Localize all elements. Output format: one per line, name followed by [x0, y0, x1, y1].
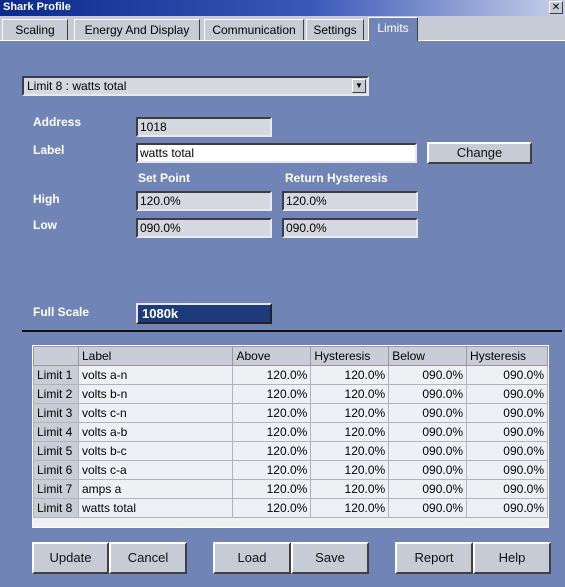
high-set-point-field[interactable]: 120.0%	[136, 191, 272, 211]
above-value: 120.0%	[232, 384, 312, 404]
above-hysteresis-value: 120.0%	[310, 479, 390, 499]
column-header-below[interactable]: Below	[388, 346, 468, 366]
limit-name: Limit 3	[33, 403, 79, 423]
above-hysteresis-value: 120.0%	[310, 498, 390, 518]
above-value: 120.0%	[232, 403, 312, 423]
close-icon[interactable]: ✕	[549, 1, 563, 14]
limit-name: Limit 8	[33, 498, 79, 518]
tab-scaling[interactable]: Scaling	[2, 19, 68, 40]
above-value: 120.0%	[232, 479, 312, 499]
below-hysteresis-value: 090.0%	[466, 365, 548, 385]
address-field[interactable]: 1018	[136, 117, 272, 137]
table-row[interactable]: Limit 2 volts b-n 120.0% 120.0% 090.0% 090.0%	[33, 384, 548, 404]
below-value: 090.0%	[388, 460, 468, 480]
above-hysteresis-value: 120.0%	[310, 422, 390, 442]
limit-name: Limit 2	[33, 384, 79, 404]
tab-communication[interactable]: Communication	[204, 19, 304, 40]
change-button[interactable]: Change	[427, 142, 532, 164]
window-title: Shark Profile	[3, 1, 71, 13]
full-scale-label: Full Scale	[33, 305, 90, 319]
above-value: 120.0%	[232, 365, 312, 385]
table-row[interactable]: Limit 5 volts b-c 120.0% 120.0% 090.0% 090.0%	[33, 441, 548, 461]
table-row[interactable]: Limit 8 watts total 120.0% 120.0% 090.0% 090.…	[33, 498, 548, 518]
save-button[interactable]: Save	[291, 542, 369, 574]
limit-name: Limit 1	[33, 365, 79, 385]
below-value: 090.0%	[388, 498, 468, 518]
title-bar: Shark Profile ✕	[0, 0, 565, 16]
divider	[22, 330, 562, 332]
below-hysteresis-value: 090.0%	[466, 441, 548, 461]
limit-select[interactable]: Limit 8 : watts total ▼	[22, 76, 369, 96]
limits-table: Label Above Hysteresis Below Hysteresis …	[32, 345, 549, 528]
below-hysteresis-value: 090.0%	[466, 403, 548, 423]
row-label: volts b-c	[77, 441, 234, 461]
row-label: watts total	[77, 498, 234, 518]
limit-name: Limit 7	[33, 479, 79, 499]
above-hysteresis-value: 120.0%	[310, 441, 390, 461]
table-row[interactable]: Limit 1 volts a-n 120.0% 120.0% 090.0% 090.0%	[33, 365, 548, 385]
above-value: 120.0%	[232, 441, 312, 461]
shark-profile-window: Shark Profile ✕ Scaling Energy And Displ…	[0, 0, 565, 587]
below-value: 090.0%	[388, 422, 468, 442]
chevron-down-icon[interactable]: ▼	[352, 79, 366, 93]
help-button[interactable]: Help	[473, 542, 551, 574]
tab-limits[interactable]: Limits	[368, 17, 418, 41]
low-set-point-field[interactable]: 090.0%	[136, 218, 272, 238]
limit-name: Limit 6	[33, 460, 79, 480]
column-header-hysteresis[interactable]: Hysteresis	[466, 346, 548, 366]
below-value: 090.0%	[388, 365, 468, 385]
below-hysteresis-value: 090.0%	[466, 384, 548, 404]
table-row[interactable]: Limit 3 volts c-n 120.0% 120.0% 090.0% 090.0%	[33, 403, 548, 423]
column-header-corner	[33, 346, 79, 366]
load-button[interactable]: Load	[213, 542, 291, 574]
below-hysteresis-value: 090.0%	[466, 460, 548, 480]
row-label: volts a-n	[77, 365, 234, 385]
below-hysteresis-value: 090.0%	[466, 479, 548, 499]
update-button[interactable]: Update	[32, 542, 109, 574]
label-field[interactable]: watts total	[136, 143, 417, 163]
column-header-hysteresis[interactable]: Hysteresis	[310, 346, 390, 366]
below-value: 090.0%	[388, 441, 468, 461]
address-label: Address	[33, 115, 82, 129]
low-label: Low	[33, 218, 57, 232]
limit-name: Limit 5	[33, 441, 79, 461]
above-hysteresis-value: 120.0%	[310, 365, 390, 385]
full-scale-value: 1080k	[136, 303, 272, 324]
high-return-hysteresis-field[interactable]: 120.0%	[282, 191, 418, 211]
above-value: 120.0%	[232, 498, 312, 518]
limit-select-value: Limit 8 : watts total	[27, 79, 127, 93]
set-point-header: Set Point	[138, 171, 191, 185]
table-header-row: Label Above Hysteresis Below Hysteresis	[33, 346, 548, 366]
row-label: volts a-b	[77, 422, 234, 442]
table-row[interactable]: Limit 4 volts a-b 120.0% 120.0% 090.0% 090.0%	[33, 422, 548, 442]
column-header-label[interactable]: Label	[77, 346, 234, 366]
tab-settings[interactable]: Settings	[306, 19, 364, 40]
row-label: volts c-a	[77, 460, 234, 480]
below-value: 090.0%	[388, 403, 468, 423]
column-header-above[interactable]: Above	[232, 346, 312, 366]
above-value: 120.0%	[232, 460, 312, 480]
low-return-hysteresis-field[interactable]: 090.0%	[282, 218, 418, 238]
tab-bar: Scaling Energy And Display Communication…	[0, 16, 565, 41]
return-hysteresis-header: Return Hysteresis	[285, 171, 388, 185]
limit-name: Limit 4	[33, 422, 79, 442]
label-label: Label	[33, 143, 65, 157]
report-button[interactable]: Report	[395, 542, 473, 574]
above-value: 120.0%	[232, 422, 312, 442]
tab-energy-and-display[interactable]: Energy And Display	[74, 19, 200, 40]
cancel-button[interactable]: Cancel	[109, 542, 187, 574]
below-value: 090.0%	[388, 384, 468, 404]
table-row[interactable]: Limit 6 volts c-a 120.0% 120.0% 090.0% 090.0%	[33, 460, 548, 480]
table-row[interactable]: Limit 7 amps a 120.0% 120.0% 090.0% 090.0%	[33, 479, 548, 499]
above-hysteresis-value: 120.0%	[310, 384, 390, 404]
below-value: 090.0%	[388, 479, 468, 499]
below-hysteresis-value: 090.0%	[466, 498, 548, 518]
high-label: High	[33, 192, 60, 206]
below-hysteresis-value: 090.0%	[466, 422, 548, 442]
row-label: volts c-n	[77, 403, 234, 423]
above-hysteresis-value: 120.0%	[310, 460, 390, 480]
above-hysteresis-value: 120.0%	[310, 403, 390, 423]
row-label: volts b-n	[77, 384, 234, 404]
row-label: amps a	[77, 479, 234, 499]
